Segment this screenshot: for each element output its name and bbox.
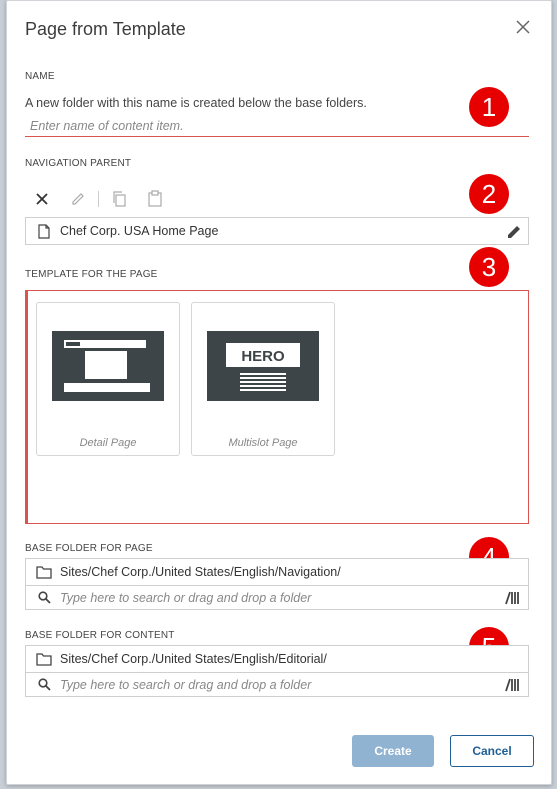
search-icon bbox=[36, 677, 52, 693]
library-icon[interactable] bbox=[504, 590, 520, 606]
name-label: NAME bbox=[25, 71, 55, 82]
clear-icon[interactable] bbox=[32, 189, 52, 209]
close-icon[interactable] bbox=[513, 17, 533, 37]
cancel-button[interactable]: Cancel bbox=[450, 735, 534, 767]
marker-3: 3 bbox=[469, 247, 509, 287]
template-card-detail-page[interactable]: Detail Page bbox=[36, 302, 180, 456]
hero-thumb-text: HERO bbox=[241, 348, 285, 365]
base-folder-content-label: BASE FOLDER FOR CONTENT bbox=[25, 630, 175, 641]
marker-2: 2 bbox=[469, 174, 509, 214]
base-folder-page-search[interactable] bbox=[25, 586, 529, 610]
detail-page-thumbnail bbox=[52, 331, 164, 401]
base-folder-page-field[interactable]: Sites/Chef Corp./United States/English/N… bbox=[25, 558, 529, 586]
base-folder-page-path: Sites/Chef Corp./United States/English/N… bbox=[60, 565, 341, 579]
base-folder-content-search-input[interactable] bbox=[60, 674, 490, 695]
edit-icon[interactable] bbox=[506, 224, 522, 240]
template-caption: Multislot Page bbox=[228, 437, 298, 449]
template-selection-area: Detail Page HERO Multislot Page bbox=[25, 290, 529, 524]
pencil-icon[interactable] bbox=[68, 189, 88, 209]
template-label: TEMPLATE FOR THE PAGE bbox=[25, 269, 158, 280]
paste-icon[interactable] bbox=[145, 189, 165, 209]
toolbar-separator bbox=[98, 191, 99, 207]
navigation-parent-field[interactable]: Chef Corp. USA Home Page bbox=[25, 217, 529, 245]
search-icon bbox=[36, 590, 52, 606]
template-caption: Detail Page bbox=[79, 437, 137, 449]
name-input[interactable] bbox=[25, 115, 529, 137]
navigation-parent-label: NAVIGATION PARENT bbox=[25, 158, 132, 169]
navigation-toolbar bbox=[32, 186, 181, 212]
copy-icon[interactable] bbox=[109, 189, 129, 209]
page-from-template-dialog: Page from Template NAME A new folder wit… bbox=[6, 0, 552, 785]
create-button[interactable]: Create bbox=[352, 735, 434, 767]
name-help-text: A new folder with this name is created b… bbox=[25, 96, 367, 110]
page-icon bbox=[36, 223, 52, 239]
multislot-page-thumbnail: HERO bbox=[207, 331, 319, 401]
base-folder-content-search[interactable] bbox=[25, 673, 529, 697]
base-folder-content-field[interactable]: Sites/Chef Corp./United States/English/E… bbox=[25, 645, 529, 673]
library-icon[interactable] bbox=[504, 677, 520, 693]
marker-1: 1 bbox=[469, 87, 509, 127]
navigation-parent-value: Chef Corp. USA Home Page bbox=[60, 224, 219, 238]
dialog-title: Page from Template bbox=[25, 19, 186, 39]
template-card-multislot-page[interactable]: HERO Multislot Page bbox=[191, 302, 335, 456]
folder-icon bbox=[36, 651, 52, 667]
base-folder-page-label: BASE FOLDER FOR PAGE bbox=[25, 543, 153, 554]
base-folder-page-search-input[interactable] bbox=[60, 587, 490, 608]
folder-icon bbox=[36, 564, 52, 580]
base-folder-content-path: Sites/Chef Corp./United States/English/E… bbox=[60, 652, 327, 666]
